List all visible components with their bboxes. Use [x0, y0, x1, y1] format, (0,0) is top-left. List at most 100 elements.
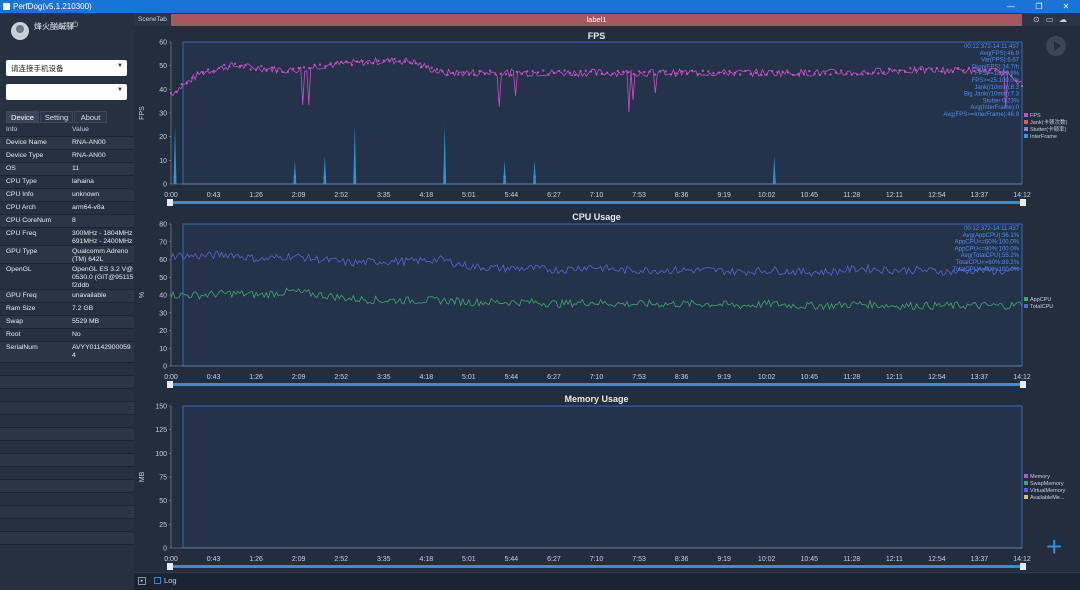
- y-tick-label: 70: [159, 239, 167, 246]
- scene-label[interactable]: label1: [171, 14, 1022, 26]
- fps-point: [627, 71, 630, 74]
- fps-point: [675, 72, 678, 75]
- log-checkbox[interactable]: [154, 577, 161, 584]
- fps-point: [175, 90, 178, 93]
- y-tick-label: 0: [163, 182, 167, 189]
- close-button[interactable]: ✕: [1060, 1, 1072, 12]
- table-row: GPU Freq unavailable: [0, 290, 134, 303]
- y-tick-label: 125: [155, 427, 167, 434]
- fps-point: [478, 70, 481, 73]
- table-row: SerialNum AVYY011429000594: [0, 342, 134, 363]
- x-tick-label: 0:43: [207, 374, 221, 381]
- fps-point: [808, 70, 811, 73]
- minimize-button[interactable]: —: [1005, 1, 1017, 12]
- fps-point: [191, 76, 194, 79]
- info-value: unavailable: [72, 292, 107, 299]
- fps-point: [170, 92, 172, 95]
- fps-point: [749, 73, 752, 76]
- location-icon[interactable]: ⊙: [1033, 15, 1040, 24]
- empty-row: [0, 428, 134, 441]
- x-tick-label: 5:01: [462, 556, 476, 563]
- legend-label: Memory: [1030, 474, 1050, 480]
- info-value: RNA-AN00: [72, 139, 106, 146]
- device-select[interactable]: 请连接手机设备 ▼: [6, 60, 127, 76]
- scrollbar-handle-left: [167, 381, 173, 388]
- table-row: CPU Freq 300MHz - 1804MHz 691MHz - 2400MH…: [0, 228, 134, 246]
- fps-point: [473, 73, 476, 76]
- expand-log-icon[interactable]: ▸: [138, 577, 146, 585]
- column-header-info: Info: [6, 126, 18, 133]
- app-select[interactable]: ▼: [6, 84, 127, 100]
- scrollbar-handle-right: [1020, 199, 1026, 206]
- fps-point: [425, 65, 428, 68]
- fps-point: [606, 71, 609, 74]
- y-tick-label: 30: [159, 310, 167, 317]
- x-tick-label: 7:10: [590, 556, 604, 563]
- fps-point: [207, 68, 210, 71]
- fps-point: [451, 71, 454, 74]
- play-button[interactable]: [1046, 36, 1066, 56]
- x-tick-label: 4:18: [419, 556, 433, 563]
- username: 烽火酗鹹驛: [34, 22, 74, 31]
- tab-device[interactable]: Device: [6, 111, 39, 123]
- table-row: Device Type RNA-AN00: [0, 150, 134, 163]
- fps-point: [318, 63, 321, 66]
- x-tick-label: 7:10: [590, 192, 604, 199]
- fps-point: [930, 67, 933, 70]
- fps-point: [185, 82, 188, 85]
- fps-point: [962, 69, 965, 72]
- fps-point: [648, 70, 651, 73]
- x-tick-label: 8:36: [675, 192, 689, 199]
- x-tick-label: 8:36: [675, 374, 689, 381]
- fps-point: [611, 72, 614, 75]
- info-key: OpenGL: [6, 266, 32, 273]
- fps-point: [217, 67, 220, 70]
- charts-area: FPS 0 10 20 30 40 50 60 FPS 0:00 0:43 1:26 2:09 2:52 3…: [139, 31, 1067, 570]
- scene-bar: SceneTab label1 ⊙ ▭ ☁: [134, 13, 1080, 26]
- x-tick-label: 9:19: [717, 374, 731, 381]
- fps-point: [526, 70, 529, 73]
- fps-point: [531, 70, 534, 73]
- info-key: CPU Type: [6, 178, 37, 185]
- cloud-icon[interactable]: ☁: [1059, 15, 1067, 24]
- fps-point: [446, 73, 449, 76]
- y-tick-label: 80: [159, 222, 167, 229]
- x-tick-label: 12:11: [886, 556, 903, 563]
- fps-point: [712, 72, 715, 75]
- x-tick-label: 5:01: [462, 192, 476, 199]
- fps-point: [691, 69, 694, 72]
- x-tick-label: 3:35: [377, 556, 391, 563]
- x-tick-label: 12:11: [886, 192, 903, 199]
- folder-icon[interactable]: ▭: [1046, 15, 1054, 24]
- fps-point: [824, 72, 827, 75]
- table-row: OS 11: [0, 163, 134, 176]
- x-tick-label: 10:45: [800, 556, 818, 563]
- restore-button[interactable]: ❐: [1033, 1, 1045, 12]
- tab-about[interactable]: About: [74, 111, 107, 123]
- stats-annotation: TotalCPU<=60%:89.2%: [956, 260, 1020, 266]
- stats-annotation: 00:12:372-14:11:437: [964, 226, 1020, 232]
- plus-icon[interactable]: +: [1046, 533, 1062, 561]
- fps-point: [744, 69, 747, 72]
- interframe-spike: [173, 124, 177, 184]
- fps-point: [271, 66, 274, 69]
- stats-annotation: Avg(FPS):46.9: [980, 51, 1020, 57]
- stats-annotation: Jank(/10min):8.3: [974, 85, 1019, 91]
- info-value: OpenGL ES 3.2 V@0530.0 (GIT@95115f2ddb: [72, 266, 134, 289]
- x-tick-label: 2:09: [292, 192, 306, 199]
- fps-point: [233, 62, 236, 65]
- stats-annotation: 00:12:372-14:11:437: [964, 44, 1020, 50]
- legend-label: TotalCPU: [1030, 304, 1053, 310]
- x-tick-label: 5:44: [505, 192, 519, 199]
- chart-title: Memory Usage: [564, 394, 628, 404]
- y-tick-label: 25: [159, 522, 167, 529]
- y-tick-label: 20: [159, 134, 167, 141]
- logout-icon[interactable]: ⏻: [72, 20, 78, 30]
- avatar[interactable]: [11, 22, 29, 40]
- fps-point: [638, 70, 641, 73]
- tab-setting[interactable]: Setting: [40, 111, 73, 123]
- stats-annotation: FPS>=25:100.0%: [972, 78, 1020, 84]
- x-tick-label: 0:00: [164, 192, 178, 199]
- fps-point: [292, 67, 295, 70]
- fps-point: [457, 73, 460, 76]
